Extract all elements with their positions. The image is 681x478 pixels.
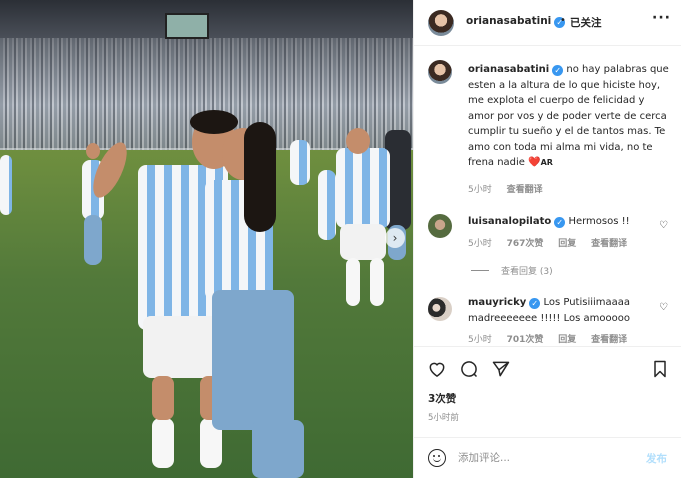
post-caption: orianasabatini ✓ no hay palabras que este… (468, 62, 673, 171)
comment-input[interactable] (458, 448, 638, 468)
comment-like-heart-icon[interactable]: ♡ (659, 302, 668, 313)
player-from-behind (336, 148, 390, 228)
woman-jeans (212, 290, 294, 430)
woman-hair (244, 122, 276, 232)
follow-status-button[interactable]: 已关注 (570, 15, 602, 30)
post-actions: 3次赞 5小时前 发布 (414, 346, 681, 478)
background-person (0, 155, 12, 215)
view-replies-label[interactable]: 查看回复 (3) (501, 267, 553, 277)
player-shorts (340, 224, 386, 260)
player-sock (370, 258, 384, 306)
comment-item: luisanalopilato ✓ Hermosos !! (468, 214, 658, 230)
post-header: orianasabatini ✓ • 已关注 ··· (414, 0, 681, 46)
comment-likes[interactable]: 701次赞 (507, 335, 544, 345)
background-person-legs (84, 215, 102, 265)
send-icon[interactable] (491, 359, 511, 379)
player-sock (152, 418, 174, 468)
caption-text: no hay palabras que esten a la altura de… (468, 64, 669, 168)
comment-meta: 5小时 701次赞 回复 查看翻译 (468, 332, 639, 345)
player-head (346, 128, 370, 154)
player-leg (152, 376, 174, 420)
player-sock (346, 258, 360, 306)
emoji-icon[interactable] (428, 449, 446, 467)
username-text[interactable]: orianasabatini (466, 15, 551, 27)
verified-badge-icon: ✓ (529, 298, 541, 309)
comment-time[interactable]: 5小时 (468, 335, 492, 345)
carousel-next-button[interactable]: › (385, 228, 405, 248)
post-photo[interactable]: › (0, 0, 413, 478)
verified-badge-icon: ✓ (552, 65, 564, 76)
comment-translate-link[interactable]: 查看翻译 (591, 239, 627, 249)
caption-time[interactable]: 5小时 (468, 185, 492, 195)
comment-likes[interactable]: 767次赞 (507, 239, 544, 249)
likes-count[interactable]: 3次赞 (428, 391, 456, 406)
comment-like-heart-icon[interactable]: ♡ (659, 220, 668, 231)
comment-text: Hermosos !! (568, 216, 630, 227)
background-player (318, 170, 336, 240)
comment-meta: 5小时 767次赞 回复 查看翻译 (468, 236, 639, 249)
post-comment-button[interactable]: 发布 (646, 451, 667, 466)
caption-meta: 5小时 查看翻译 (468, 182, 555, 195)
replies-line (471, 270, 489, 271)
background-player (290, 140, 310, 185)
avatar[interactable] (428, 10, 454, 36)
post-details-panel: orianasabatini ✓ • 已关注 ··· orianasabatini… (413, 0, 681, 478)
chevron-right-icon: › (392, 231, 398, 245)
comment-item: mauyricky ✓ Los Putisiiimaaaa madreeeeeee… (468, 295, 658, 326)
bookmark-icon[interactable] (650, 359, 670, 379)
background-person-head (86, 143, 100, 159)
stadium-screen (165, 13, 209, 39)
comment-reply-button[interactable]: 回复 (558, 239, 576, 249)
caption-username[interactable]: orianasabatini (468, 64, 549, 75)
woman-jeans-leg (252, 420, 304, 478)
caption-avatar[interactable] (428, 60, 452, 84)
view-replies-button[interactable]: 查看回复 (3) (471, 264, 553, 277)
comment-username[interactable]: luisanalopilato (468, 216, 551, 227)
comment-icon[interactable] (459, 359, 479, 379)
comment-composer: 发布 (414, 437, 681, 478)
separator-dot: • (560, 15, 566, 26)
post-timestamp[interactable]: 5小时前 (428, 411, 459, 423)
caption-translate-link[interactable]: 查看翻译 (507, 185, 543, 195)
comment-username[interactable]: mauyricky (468, 297, 526, 308)
comment-avatar[interactable] (428, 297, 452, 321)
comment-time[interactable]: 5小时 (468, 239, 492, 249)
verified-badge-icon: ✓ (554, 217, 566, 228)
header-username[interactable]: orianasabatini ✓ (466, 15, 566, 28)
comment-avatar[interactable] (428, 214, 452, 238)
player-hair (190, 110, 238, 134)
comment-translate-link[interactable]: 查看翻译 (591, 335, 627, 345)
heart-icon[interactable] (427, 359, 447, 379)
red-heart-emoji: ❤️ (528, 157, 541, 168)
caption-suffix: AR (540, 158, 553, 167)
more-options-icon[interactable]: ··· (652, 10, 671, 26)
comment-reply-button[interactable]: 回复 (558, 335, 576, 345)
